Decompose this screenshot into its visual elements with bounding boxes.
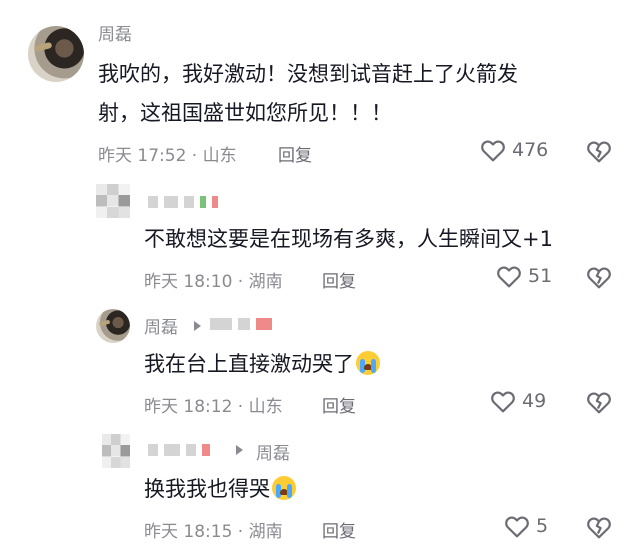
comment-meta: 昨天 18:15 · 湖南 [144, 522, 283, 542]
comment-text-body: 我在台上直接激动哭了 [144, 352, 354, 376]
crying-face-emoji [272, 476, 296, 500]
dislike-button[interactable] [586, 515, 612, 543]
comment-text: 换我我也得哭 [144, 470, 296, 509]
comment-text-line-1: 我吹的，我好激动！没想到试音赶上了火箭发 [98, 62, 518, 86]
avatar[interactable] [102, 434, 130, 468]
crying-face-emoji [356, 351, 380, 375]
broken-heart-icon [587, 517, 611, 539]
like-button[interactable]: 51 [496, 264, 552, 288]
username[interactable]: 周磊 [98, 20, 132, 45]
comment-text-line-2: 射，这祖国盛世如您所见！！！ [98, 101, 392, 125]
username[interactable]: 周磊 [144, 313, 178, 338]
avatar[interactable] [28, 26, 84, 82]
avatar[interactable] [96, 184, 130, 218]
heart-outline-icon [491, 391, 515, 413]
like-count: 5 [536, 515, 549, 537]
like-button[interactable]: 476 [480, 138, 548, 162]
comment-text: 我在台上直接激动哭了 [144, 345, 380, 384]
username-mosaic[interactable] [148, 444, 210, 456]
like-button[interactable]: 5 [504, 514, 548, 538]
reply-button[interactable]: 回复 [322, 392, 356, 417]
reply-target-mosaic[interactable] [210, 318, 272, 330]
like-count: 51 [528, 265, 553, 287]
reply-button[interactable]: 回复 [322, 517, 356, 542]
triangle-right-icon [236, 445, 243, 455]
username-mosaic[interactable] [148, 196, 218, 208]
broken-heart-icon [587, 141, 611, 163]
comment-text: 不敢想这要是在现场有多爽，人生瞬间又+1 [144, 227, 553, 251]
comment-3: 周磊 我在台上直接激动哭了 昨天 18:12 · 山东 回复 49 [0, 305, 640, 430]
comment-1: 周磊 我吹的，我好激动！没想到试音赶上了火箭发 射，这祖国盛世如您所见！！！ 昨… [0, 0, 640, 180]
heart-outline-icon [505, 516, 529, 538]
like-button[interactable]: 49 [490, 389, 546, 413]
comment-text: 我吹的，我好激动！没想到试音赶上了火箭发 射，这祖国盛世如您所见！！！ [98, 55, 618, 133]
comment-4: 周磊 换我我也得哭 昨天 18:15 · 湖南 回复 5 [0, 430, 640, 557]
heart-outline-icon [497, 266, 521, 288]
triangle-right-icon [194, 321, 201, 331]
reply-to-username[interactable]: 周磊 [256, 439, 290, 464]
trumpet-graphic [33, 41, 53, 53]
comment-meta: 昨天 17:52 · 山东 [98, 146, 237, 166]
broken-heart-icon [587, 267, 611, 289]
dislike-button[interactable] [586, 139, 612, 167]
comment-meta: 昨天 18:12 · 山东 [144, 397, 283, 417]
avatar[interactable] [96, 309, 130, 343]
dislike-button[interactable] [586, 390, 612, 418]
reply-button[interactable]: 回复 [322, 267, 356, 292]
reply-button[interactable]: 回复 [278, 141, 312, 166]
trumpet-graphic [98, 319, 111, 327]
comment-2: 不敢想这要是在现场有多爽，人生瞬间又+1 昨天 18:10 · 湖南 回复 51 [0, 180, 640, 305]
comment-meta: 昨天 18:10 · 湖南 [144, 272, 283, 292]
broken-heart-icon [587, 392, 611, 414]
like-count: 476 [512, 139, 549, 161]
comment-text-body: 换我我也得哭 [144, 477, 270, 501]
like-count: 49 [522, 390, 547, 412]
heart-outline-icon [481, 140, 505, 162]
dislike-button[interactable] [586, 265, 612, 293]
